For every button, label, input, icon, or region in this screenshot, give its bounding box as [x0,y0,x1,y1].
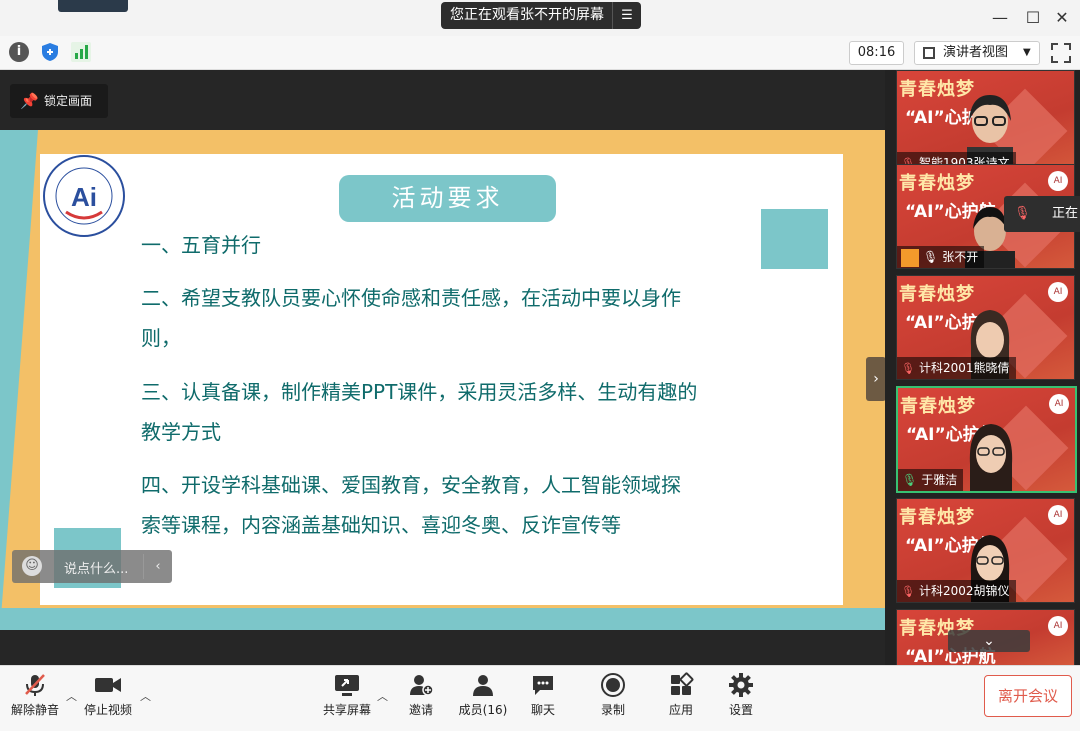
tile-badge-icon: AI [1048,282,1068,302]
meeting-timer: 08:16 [849,41,904,65]
stop-video-button[interactable]: 停止视频 [80,672,136,718]
slide-line: 索等课程，内容涵盖基础知识、喜迎冬奥、反诈宣传等 [141,513,621,537]
tile-badge-icon: AI [1048,171,1068,191]
slide-line: 二、希望支教队员要心怀使命感和责任感，在活动中要以身作 [141,286,681,310]
view-mode-dropdown[interactable]: 演讲者视图 ▼ [914,41,1040,65]
share-screen-button[interactable]: 共享屏幕 [320,672,374,718]
settings-label: 设置 [728,703,753,717]
unmute-label: 解除静音 [10,703,59,717]
apps-icon [671,672,694,695]
svg-text:Ai: Ai [71,182,97,212]
share-notice-text: 您正在观看张不开的屏幕 [450,7,604,23]
chat-icon [533,676,553,695]
maximize-icon[interactable]: ☐ [1023,8,1043,28]
share-screen-icon [335,675,359,696]
tile-badge-icon: AI [1049,394,1069,414]
record-icon [601,673,625,697]
shield-icon[interactable] [40,42,60,62]
chevron-up-icon[interactable]: ︿ [140,688,151,704]
view-mode-label: 演讲者视图 [943,45,1009,60]
mini-window-thumb[interactable] [58,0,128,12]
mic-muted-icon: 🎙 [901,362,915,375]
tile-badge-icon: AI [1048,505,1068,525]
chat-label: 聊天 [530,703,555,717]
slide-decor-square-right [761,209,828,269]
slide-decor-bottom [0,608,885,630]
stop-video-label: 停止视频 [83,703,132,717]
members-label: 成员(16) [458,703,508,717]
bottom-toolbar: 解除静音 ︿ 停止视频 ︿ 共享屏幕 ︿ 邀请 成员(16) 聊天 录制 应用 … [0,665,1080,731]
lock-view-button[interactable]: 📌 锁定画面 [10,84,108,118]
slide-line: 四、开设学科基础课、爱国教育，安全教育，人工智能领域探 [141,473,681,497]
record-label: 录制 [600,703,625,717]
unmute-button[interactable]: 解除静音 [8,672,62,718]
participant-name-tag: 🎙 计科2002胡锦仪 [897,580,1016,602]
tile-badge-icon: AI [1048,616,1068,636]
settings-button[interactable]: 设置 [724,672,758,718]
chevron-up-icon[interactable]: ︿ [377,688,388,704]
participant-tile[interactable]: 青春烛梦 “AI”心护航 AI 🎙 计科2002胡锦仪 [896,498,1075,603]
participant-name-tag: 🎙 计科2001熊晓倩 [897,357,1016,379]
participant-name-tag: 🎙 张不开 [897,246,985,268]
share-screen-label: 共享屏幕 [322,703,371,717]
list-icon[interactable]: ☰ [612,2,641,29]
mic-active-icon: 🎙 [902,473,918,487]
mic-muted-icon: 🎙 [1014,206,1031,221]
speaking-indicator: 🎙 正在 [1004,196,1080,232]
invite-button[interactable]: 邀请 [402,672,440,718]
speaking-label: 正在 [1052,206,1079,221]
chevron-down-icon[interactable]: ⌄ [948,630,1030,652]
emoji-icon[interactable]: ☺ [22,556,42,576]
chat-placeholder: 说点什么... [64,562,129,577]
slide-line: 三、认真备课，制作精美PPT课件，采用灵活多样、生动有趣的 [141,380,698,404]
participant-name: 计科2001熊晓倩 [918,361,1010,375]
lock-view-label: 锁定画面 [44,94,93,108]
slide-title: 活动要求 [339,175,556,222]
screen-share-banner: 您正在观看张不开的屏幕 ☰ [441,2,641,29]
signal-icon[interactable] [71,42,91,62]
participant-name: 张不开 [942,250,979,264]
apps-button[interactable]: 应用 [664,672,698,718]
participant-tile-active[interactable]: 青春烛梦 “AI”心护航 AI 🎙 于雅洁 [896,386,1077,493]
participant-name: 计科2002胡锦仪 [918,584,1010,598]
record-button[interactable]: 录制 [596,672,630,718]
fullscreen-icon[interactable] [1050,42,1072,64]
close-icon[interactable]: ✕ [1052,8,1072,28]
chat-input-box[interactable]: ☺ 说点什么... ‹ [12,550,172,583]
video-camera-icon [95,678,121,692]
mic-muted-icon: 🎙 [901,585,915,598]
participant-tile[interactable]: 青春烛梦 “AI”心护航 🎙智能1903张诗文 [896,70,1075,175]
minimize-icon[interactable]: — [990,8,1010,28]
mic-muted-icon [25,674,45,696]
chat-button[interactable]: 聊天 [526,672,560,718]
apps-label: 应用 [668,703,693,717]
school-logo: Ai [43,155,125,237]
slide-line: 一、五育并行 [141,233,261,257]
invite-label: 邀请 [408,703,433,717]
members-icon [473,675,493,696]
collapse-participants-handle[interactable]: › [866,357,886,401]
info-icon[interactable]: i [9,42,29,62]
participant-name: 于雅洁 [921,473,958,487]
participant-tile[interactable]: 青春烛梦 “AI”心护航 AI 🎙 计科2001熊晓倩 [896,275,1075,380]
layout-icon [923,47,935,59]
gear-icon [729,673,753,697]
members-button[interactable]: 成员(16) [455,672,511,718]
avatar-icon [901,248,919,267]
slide-line: 教学方式 [141,420,221,444]
title-bar: 您正在观看张不开的屏幕 ☰ — ☐ ✕ [0,0,1080,36]
add-user-icon [410,675,434,696]
slide-line: 则， [141,326,181,350]
chevron-down-icon: ▼ [1023,47,1031,58]
participant-video [969,424,1013,491]
chevron-left-icon[interactable]: ‹ [143,554,172,579]
pin-icon: 📌 [20,92,39,110]
leave-meeting-button[interactable]: 离开会议 [984,675,1072,717]
chevron-up-icon[interactable]: ︿ [66,688,77,704]
participant-name-tag: 🎙 于雅洁 [898,469,964,491]
mic-icon: 🎙 [923,250,939,264]
